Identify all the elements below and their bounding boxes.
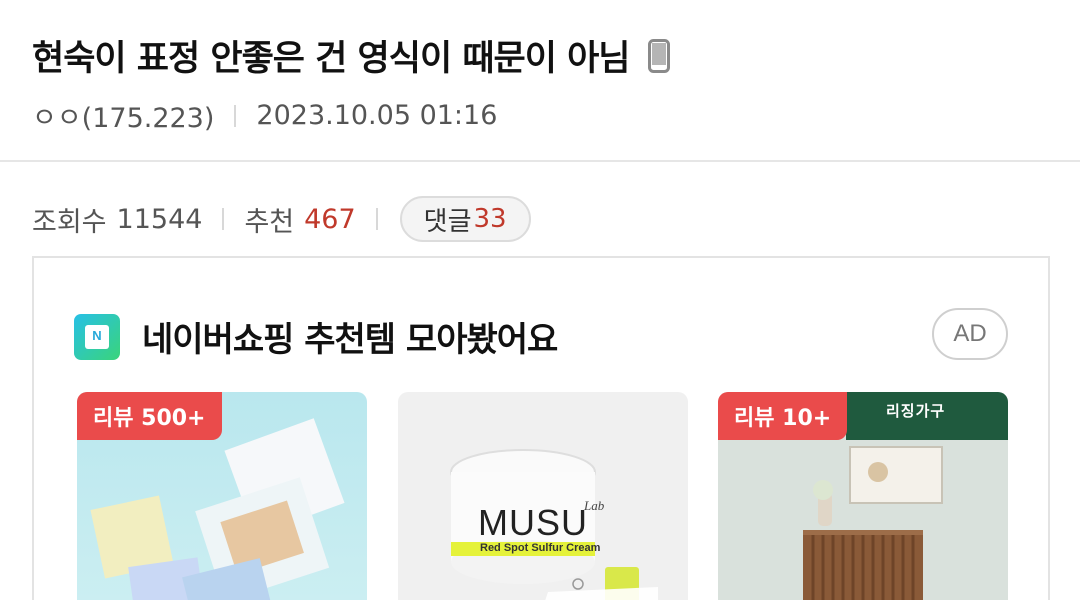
product-name-label: Red Spot Sulfur Cream	[480, 542, 601, 554]
recommend-count: 467	[304, 203, 356, 235]
stats-divider	[375, 208, 378, 230]
post-title-text: 현숙이 표정 안좋은 건 영식이 때문이 아님	[32, 39, 631, 79]
mobile-phone-icon	[647, 38, 670, 73]
ad-title: 네이버쇼핑 추천템 모아봤어요	[142, 320, 558, 360]
ad-banner[interactable]: N 네이버쇼핑 추천템 모아봤어요 AD 리뷰 500+ MUSU Lab Re…	[32, 256, 1050, 600]
ad-badge[interactable]: AD	[932, 308, 1008, 360]
stats-divider	[222, 208, 225, 230]
product-image	[450, 449, 658, 600]
naver-shopping-icon: N	[74, 313, 120, 360]
product-card[interactable]: 리뷰 500+	[77, 392, 367, 600]
comments-button[interactable]: 댓글 33	[399, 196, 531, 242]
ad-header: N 네이버쇼핑 추천템 모아봤어요	[74, 312, 558, 361]
product-card[interactable]: MUSU Lab Red Spot Sulfur Cream	[398, 392, 688, 600]
header-divider	[0, 160, 1080, 162]
views-label: 조회수	[32, 206, 107, 238]
post-meta: ㅇㅇ(175.223) 2023.10.05 01:16	[32, 96, 497, 135]
brand-sub-label: Lab	[584, 498, 605, 513]
views-count: 11544	[116, 203, 203, 235]
author[interactable]: ㅇㅇ(175.223)	[32, 96, 214, 135]
post-title: 현숙이 표정 안좋은 건 영식이 때문이 아님	[32, 30, 670, 81]
recommend-label: 추천	[244, 206, 295, 238]
meta-divider	[234, 104, 237, 127]
comments-count: 33	[473, 204, 507, 234]
brand-label: 리징가구	[886, 402, 946, 420]
post-datetime: 2023.10.05 01:16	[256, 100, 498, 131]
product-card[interactable]: 리징가구 리뷰 10+	[718, 392, 1008, 600]
post-stats: 조회수 11544 추천 467 댓글 33	[32, 196, 531, 242]
review-count-badge: 리뷰 10+	[718, 392, 848, 440]
review-count-badge: 리뷰 500+	[77, 392, 222, 440]
brand-label: MUSU	[478, 502, 588, 543]
comments-label: 댓글	[423, 206, 472, 237]
